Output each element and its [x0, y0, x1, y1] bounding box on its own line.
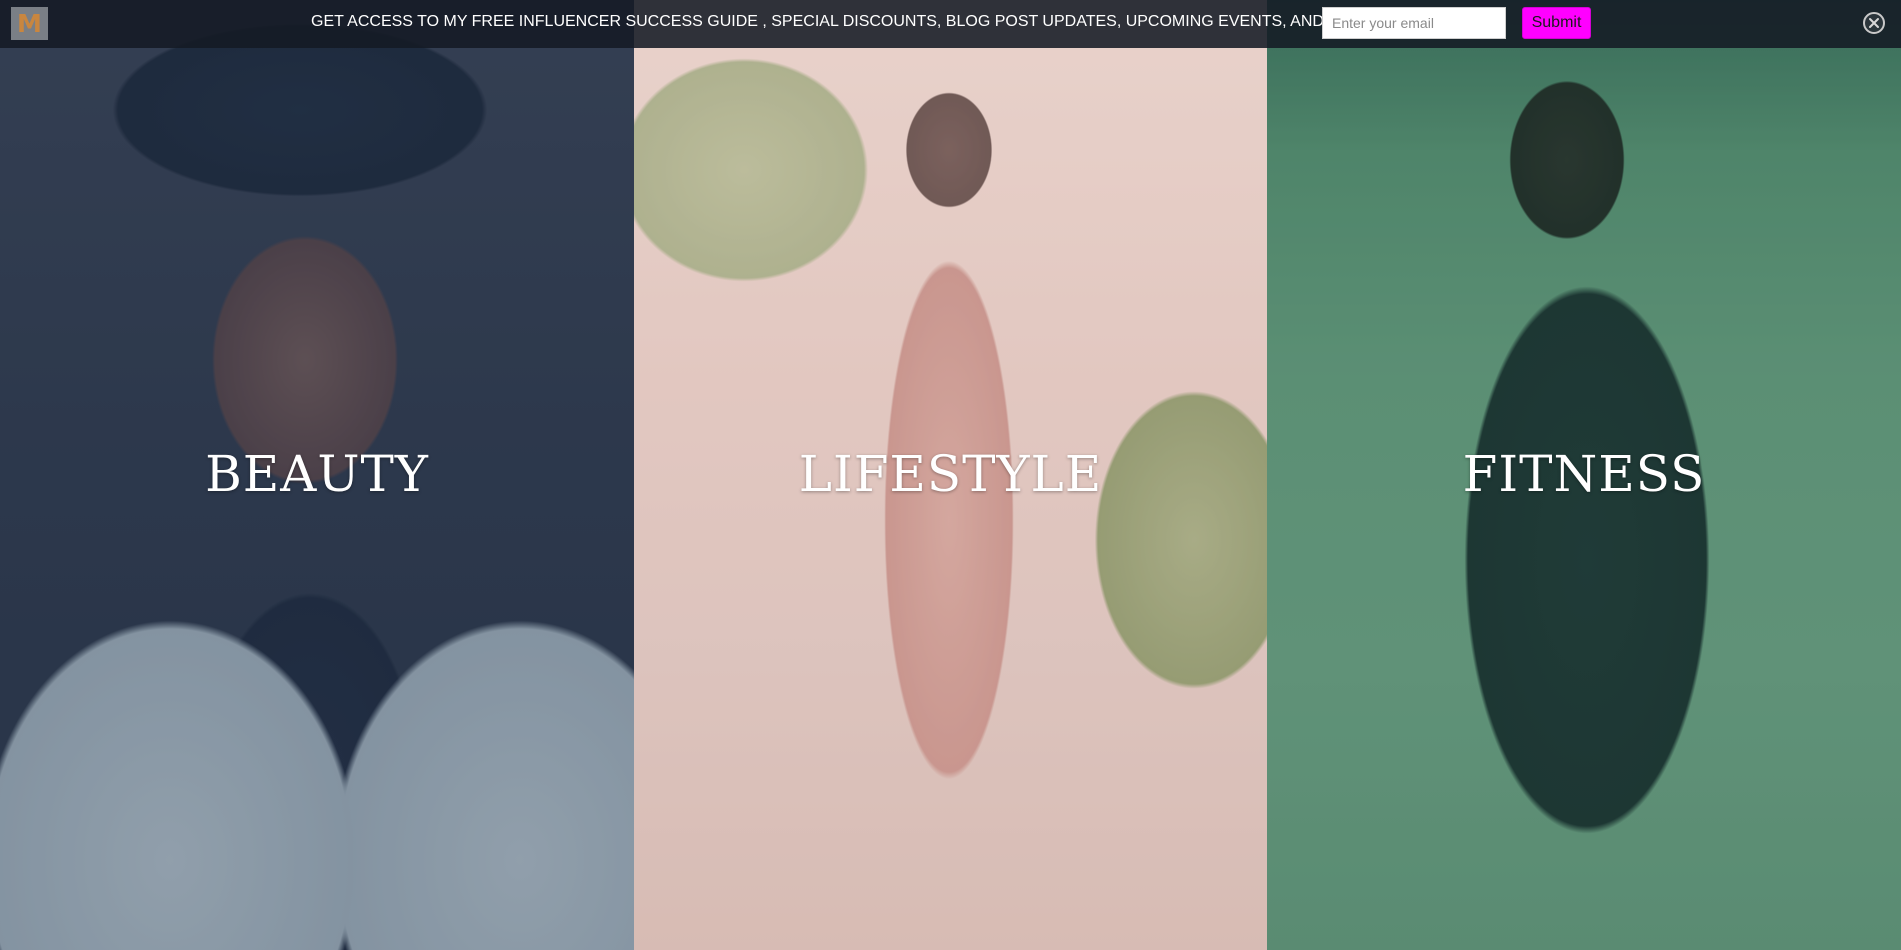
signup-banner: M GET ACCESS TO MY FREE INFLUENCER SUCCE… [0, 0, 1901, 48]
logo-letter: M [17, 9, 42, 38]
panel-beauty-label[interactable]: BEAUTY [0, 445, 634, 503]
submit-button[interactable]: Submit [1522, 7, 1591, 39]
panel-beauty[interactable]: BEAUTY [0, 0, 634, 950]
panel-lifestyle-label[interactable]: LIFESTYLE [634, 445, 1267, 503]
panel-lifestyle[interactable]: LIFESTYLE [634, 0, 1267, 950]
panel-fitness[interactable]: FITNESS [1267, 0, 1901, 950]
landing-page: BEAUTY LIFESTYLE FITNESS M GET ACCESS TO… [0, 0, 1901, 950]
category-panels: BEAUTY LIFESTYLE FITNESS [0, 0, 1901, 950]
banner-message: GET ACCESS TO MY FREE INFLUENCER SUCCESS… [311, 13, 1381, 30]
site-logo[interactable]: M [11, 7, 48, 40]
email-field[interactable] [1322, 7, 1506, 39]
close-icon [1869, 18, 1879, 28]
close-banner-button[interactable] [1863, 12, 1885, 34]
panel-fitness-label[interactable]: FITNESS [1267, 445, 1901, 503]
